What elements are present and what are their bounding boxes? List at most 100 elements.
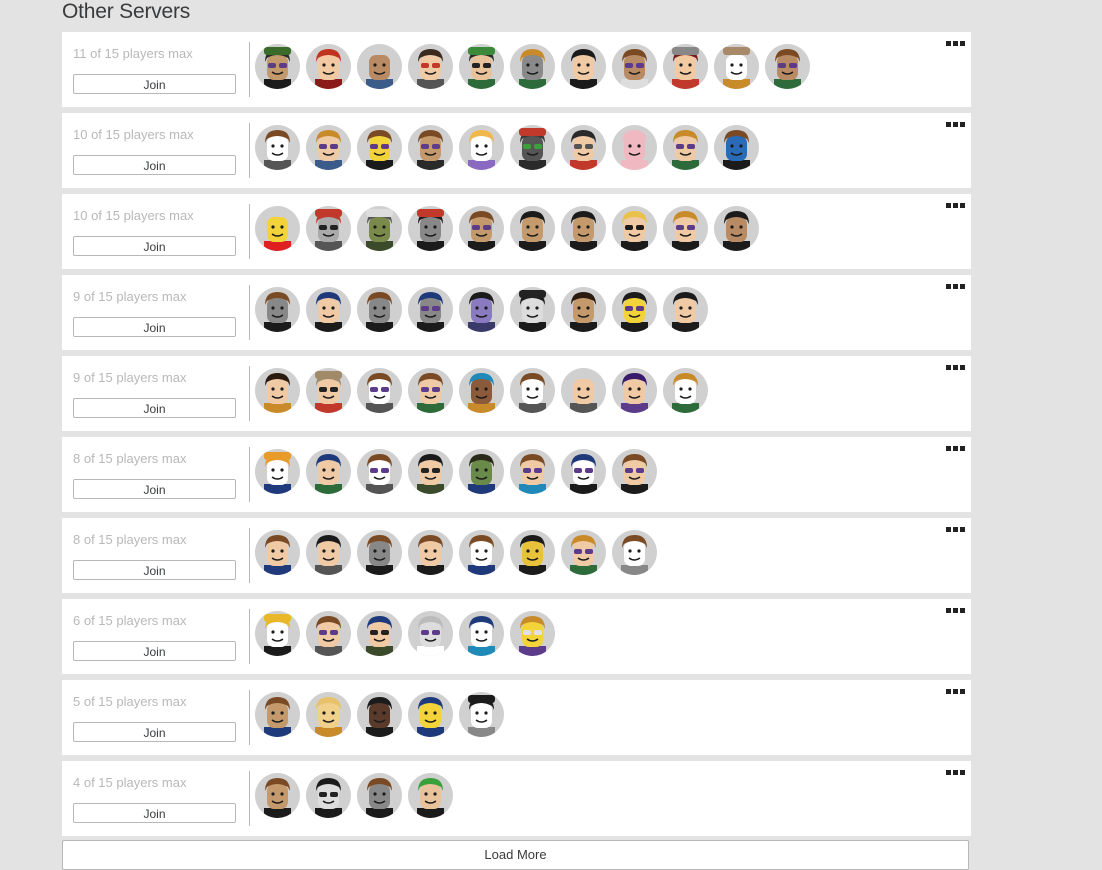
player-avatar[interactable] bbox=[306, 287, 351, 332]
player-avatar[interactable] bbox=[510, 368, 555, 413]
player-avatar[interactable] bbox=[459, 530, 504, 575]
load-more-button[interactable]: Load More bbox=[62, 840, 969, 870]
player-avatar[interactable] bbox=[612, 44, 657, 89]
player-avatar[interactable] bbox=[510, 206, 555, 251]
join-button[interactable]: Join bbox=[73, 803, 236, 823]
join-button[interactable]: Join bbox=[73, 479, 236, 499]
player-avatar[interactable] bbox=[255, 368, 300, 413]
more-options-icon[interactable] bbox=[946, 122, 965, 127]
player-avatar[interactable] bbox=[408, 530, 453, 575]
player-avatar[interactable] bbox=[612, 530, 657, 575]
more-options-icon[interactable] bbox=[946, 770, 965, 775]
player-avatar[interactable] bbox=[306, 44, 351, 89]
player-avatar[interactable] bbox=[561, 449, 606, 494]
player-avatar[interactable] bbox=[255, 692, 300, 737]
player-avatar[interactable] bbox=[459, 692, 504, 737]
player-avatar[interactable] bbox=[663, 44, 708, 89]
player-avatar[interactable] bbox=[255, 530, 300, 575]
more-options-icon[interactable] bbox=[946, 527, 965, 532]
player-avatar[interactable] bbox=[357, 125, 402, 170]
more-options-icon[interactable] bbox=[946, 203, 965, 208]
player-avatar[interactable] bbox=[459, 611, 504, 656]
player-avatar[interactable] bbox=[561, 44, 606, 89]
player-avatar[interactable] bbox=[612, 287, 657, 332]
player-avatar[interactable] bbox=[255, 206, 300, 251]
join-button[interactable]: Join bbox=[73, 236, 236, 256]
player-avatar[interactable] bbox=[255, 773, 300, 818]
more-options-icon[interactable] bbox=[946, 446, 965, 451]
player-avatar[interactable] bbox=[663, 125, 708, 170]
player-avatar[interactable] bbox=[357, 206, 402, 251]
player-avatar[interactable] bbox=[306, 206, 351, 251]
player-avatar[interactable] bbox=[459, 125, 504, 170]
player-avatar[interactable] bbox=[306, 368, 351, 413]
player-avatar[interactable] bbox=[357, 287, 402, 332]
player-avatar[interactable] bbox=[357, 44, 402, 89]
more-options-icon[interactable] bbox=[946, 284, 965, 289]
player-avatar[interactable] bbox=[510, 611, 555, 656]
player-avatar[interactable] bbox=[612, 125, 657, 170]
player-avatar[interactable] bbox=[510, 125, 555, 170]
player-avatar[interactable] bbox=[357, 611, 402, 656]
player-avatar[interactable] bbox=[357, 449, 402, 494]
player-avatar[interactable] bbox=[357, 692, 402, 737]
player-avatar[interactable] bbox=[306, 692, 351, 737]
player-avatar[interactable] bbox=[306, 611, 351, 656]
player-avatar[interactable] bbox=[408, 44, 453, 89]
player-avatar[interactable] bbox=[306, 449, 351, 494]
join-button[interactable]: Join bbox=[73, 722, 236, 742]
player-avatar[interactable] bbox=[255, 449, 300, 494]
player-avatar[interactable] bbox=[408, 773, 453, 818]
player-avatar[interactable] bbox=[459, 368, 504, 413]
more-options-icon[interactable] bbox=[946, 608, 965, 613]
player-avatar[interactable] bbox=[306, 530, 351, 575]
more-options-icon[interactable] bbox=[946, 365, 965, 370]
player-avatar[interactable] bbox=[714, 125, 759, 170]
player-avatar[interactable] bbox=[408, 206, 453, 251]
player-avatar[interactable] bbox=[255, 611, 300, 656]
player-avatar[interactable] bbox=[663, 368, 708, 413]
player-avatar[interactable] bbox=[561, 206, 606, 251]
player-avatar[interactable] bbox=[459, 206, 504, 251]
join-button[interactable]: Join bbox=[73, 560, 236, 580]
player-avatar[interactable] bbox=[306, 125, 351, 170]
player-avatar[interactable] bbox=[408, 692, 453, 737]
player-avatar[interactable] bbox=[357, 530, 402, 575]
join-button[interactable]: Join bbox=[73, 398, 236, 418]
player-avatar[interactable] bbox=[663, 206, 708, 251]
player-avatar[interactable] bbox=[612, 206, 657, 251]
join-button[interactable]: Join bbox=[73, 74, 236, 94]
more-options-icon[interactable] bbox=[946, 41, 965, 46]
more-options-icon[interactable] bbox=[946, 689, 965, 694]
player-avatar[interactable] bbox=[357, 773, 402, 818]
player-avatar[interactable] bbox=[408, 125, 453, 170]
join-button[interactable]: Join bbox=[73, 155, 236, 175]
player-avatar[interactable] bbox=[255, 44, 300, 89]
player-avatar[interactable] bbox=[561, 125, 606, 170]
player-avatar[interactable] bbox=[714, 44, 759, 89]
player-avatar[interactable] bbox=[255, 287, 300, 332]
player-avatar[interactable] bbox=[510, 449, 555, 494]
player-avatar[interactable] bbox=[510, 44, 555, 89]
player-avatar[interactable] bbox=[357, 368, 402, 413]
player-avatar[interactable] bbox=[408, 449, 453, 494]
player-avatar[interactable] bbox=[612, 368, 657, 413]
player-avatar[interactable] bbox=[561, 287, 606, 332]
player-avatar[interactable] bbox=[510, 530, 555, 575]
player-avatar[interactable] bbox=[714, 206, 759, 251]
player-avatar[interactable] bbox=[663, 287, 708, 332]
player-avatar[interactable] bbox=[255, 125, 300, 170]
player-avatar[interactable] bbox=[459, 44, 504, 89]
player-avatar[interactable] bbox=[459, 449, 504, 494]
player-avatar[interactable] bbox=[408, 368, 453, 413]
player-avatar[interactable] bbox=[510, 287, 555, 332]
player-avatar[interactable] bbox=[459, 287, 504, 332]
join-button[interactable]: Join bbox=[73, 317, 236, 337]
player-avatar[interactable] bbox=[306, 773, 351, 818]
player-avatar[interactable] bbox=[561, 530, 606, 575]
player-avatar[interactable] bbox=[612, 449, 657, 494]
player-avatar[interactable] bbox=[561, 368, 606, 413]
player-avatar[interactable] bbox=[408, 611, 453, 656]
join-button[interactable]: Join bbox=[73, 641, 236, 661]
player-avatar[interactable] bbox=[765, 44, 810, 89]
